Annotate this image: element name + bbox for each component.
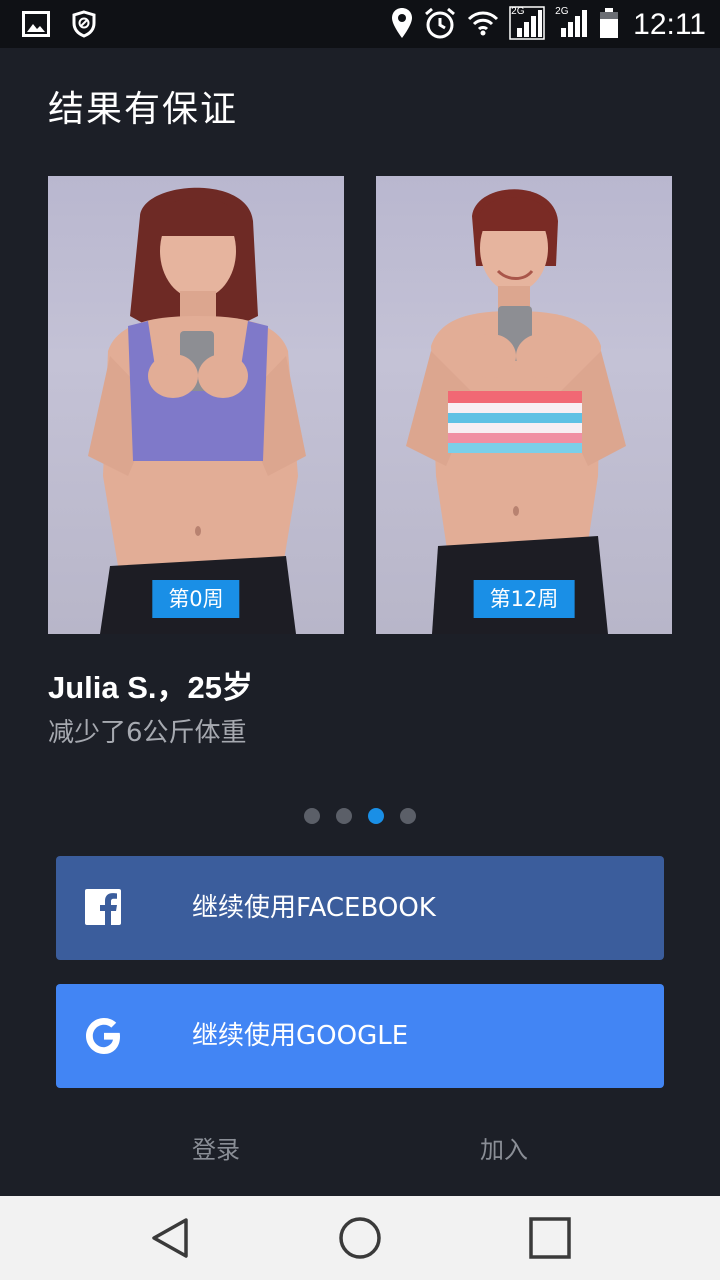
clock: 12:11 (633, 8, 706, 41)
testimonial-result: 减少了6公斤体重 (48, 718, 247, 748)
signal-label: 2G (555, 6, 569, 17)
shield-icon (72, 10, 96, 42)
week-badge: 第12周 (473, 580, 575, 618)
pager-dots (304, 808, 416, 824)
battery-icon (599, 7, 619, 43)
location-icon (391, 7, 413, 43)
signal-label: 2G (511, 6, 525, 17)
continue-facebook-button[interactable]: 继续使用FACEBOOK (56, 856, 664, 960)
page-title: 结果有保证 (48, 89, 239, 130)
facebook-icon (84, 888, 124, 928)
before-photo[interactable]: 第0周 (48, 176, 344, 634)
image-icon (22, 11, 50, 41)
back-icon[interactable] (146, 1214, 194, 1262)
pager-dot[interactable] (400, 808, 416, 824)
status-bar: 2G 2G 12:11 (0, 0, 720, 48)
navigation-bar (0, 1196, 720, 1280)
google-icon (84, 1016, 124, 1056)
continue-google-button[interactable]: 继续使用GOOGLE (56, 984, 664, 1088)
login-link[interactable]: 登录 (192, 1130, 240, 1165)
testimonial-name: Julia S.，25岁 (48, 670, 254, 705)
pager-dot-active[interactable] (368, 808, 384, 824)
join-link[interactable]: 加入 (480, 1130, 528, 1165)
recent-apps-icon[interactable] (526, 1214, 574, 1262)
week-badge: 第0周 (152, 580, 240, 618)
signal-icon: 2G (555, 6, 589, 44)
alarm-icon (423, 6, 457, 44)
wifi-icon (467, 10, 499, 40)
after-photo-illustration (406, 189, 626, 634)
pager-dot[interactable] (336, 808, 352, 824)
pager-dot[interactable] (304, 808, 320, 824)
before-photo-illustration (88, 187, 306, 634)
after-photo[interactable]: 第12周 (376, 176, 672, 634)
facebook-button-label: 继续使用FACEBOOK (192, 893, 436, 923)
signal-icon: 2G (509, 6, 545, 44)
google-button-label: 继续使用GOOGLE (192, 1021, 409, 1051)
home-icon[interactable] (336, 1214, 384, 1262)
